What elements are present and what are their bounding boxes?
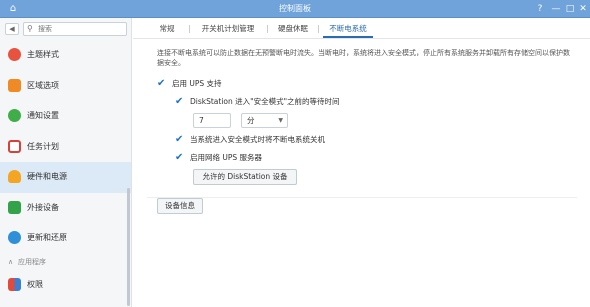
tab-general[interactable]: 常规 <box>153 20 181 38</box>
privileges-icon <box>8 277 21 291</box>
chevron-down-icon: ▼ <box>278 117 283 124</box>
search-box[interactable]: ⚲ <box>23 22 127 36</box>
tab-hdd-hibernation[interactable]: 硬盘休眠 <box>273 20 313 38</box>
network-ups-label: 启用网络 UPS 服务器 <box>190 153 263 162</box>
permitted-devices-button[interactable]: 允许的 DiskStation 设备 <box>193 169 297 185</box>
theme-icon <box>8 48 21 61</box>
sidebar: ◀ ⚲ 主题样式 区域选项 通知设置 任务计划 硬件和电源 外接设备 <box>0 18 132 307</box>
window-title: 控制面板 <box>279 4 311 13</box>
help-icon[interactable]: ? <box>534 3 546 15</box>
sidebar-item-label: 主题样式 <box>27 50 59 59</box>
wait-unit-value: 分 <box>247 116 255 125</box>
sidebar-item-label: 更新和还原 <box>27 233 67 242</box>
sidebar-item-update-restore[interactable]: 更新和还原 <box>0 223 131 254</box>
sidebar-scrollbar[interactable] <box>127 188 130 306</box>
region-icon <box>8 78 21 92</box>
sidebar-item-label: 外接设备 <box>27 202 59 212</box>
sidebar-item-label: 任务计划 <box>27 141 59 151</box>
tab-divider <box>318 25 319 33</box>
sidebar-item-hardware-power[interactable]: 硬件和电源 <box>0 162 131 193</box>
search-icon: ⚲ <box>27 24 33 33</box>
shutdown-ups-label: 当系统进入安全模式时将不断电系统关机 <box>190 135 325 144</box>
sidebar-group-applications[interactable]: ∧ 应用程序 <box>0 254 131 270</box>
external-device-icon <box>8 200 21 214</box>
tab-divider <box>267 25 268 33</box>
hardware-power-icon <box>8 170 21 183</box>
tab-underline <box>133 38 590 39</box>
notification-icon <box>8 109 21 122</box>
tab-divider <box>189 25 190 33</box>
tab-power-schedule[interactable]: 开关机计划管理 <box>195 20 261 38</box>
main-panel: 常规 开关机计划管理 硬盘休眠 不断电系统 连接不断电系统可以防止数据在无预警断… <box>133 18 590 307</box>
wait-time-label: DiskStation 进入"安全模式"之前的等待时间 <box>190 97 340 106</box>
sidebar-item-notification[interactable]: 通知设置 <box>0 101 131 132</box>
sidebar-group-label: 应用程序 <box>18 257 46 266</box>
task-scheduler-icon <box>8 139 21 153</box>
chevron-up-icon: ∧ <box>8 257 14 266</box>
sidebar-item-label: 权限 <box>27 279 43 289</box>
ups-enable-label: 启用 UPS 支持 <box>172 79 222 88</box>
checkbox-checked-icon[interactable]: ✔ <box>157 79 167 89</box>
close-icon[interactable]: ✕ <box>577 3 589 15</box>
checkbox-checked-icon[interactable]: ✔ <box>175 135 185 145</box>
maximize-icon[interactable]: □ <box>564 3 576 15</box>
sidebar-toolbar: ◀ ⚲ <box>0 18 131 40</box>
device-info-button[interactable]: 设备信息 <box>157 198 203 214</box>
sidebar-nav: 主题样式 区域选项 通知设置 任务计划 硬件和电源 外接设备 更新和还原 ∧ 应 <box>0 40 131 301</box>
sidebar-item-label: 区域选项 <box>27 80 59 90</box>
sidebar-item-region[interactable]: 区域选项 <box>0 71 131 102</box>
title-bar: ⌂ 控制面板 ? — □ ✕ <box>0 0 590 18</box>
checkbox-checked-icon[interactable]: ✔ <box>175 153 185 163</box>
search-input[interactable] <box>38 24 124 34</box>
wait-unit-select[interactable]: 分 ▼ <box>241 113 288 128</box>
sidebar-item-theme[interactable]: 主题样式 <box>0 40 131 71</box>
update-restore-icon <box>8 231 21 244</box>
ups-description: 连接不断电系统可以防止数据在无预警断电时流失。当断电时，系统将进入安全模式，停止… <box>157 49 570 67</box>
section-divider <box>147 197 577 198</box>
checkbox-checked-icon[interactable]: ✔ <box>175 97 185 107</box>
sidebar-item-label: 硬件和电源 <box>27 172 67 181</box>
sidebar-item-external-devices[interactable]: 外接设备 <box>0 193 131 224</box>
sidebar-item-task-scheduler[interactable]: 任务计划 <box>0 132 131 163</box>
tab-ups[interactable]: 不断电系统 <box>323 20 373 38</box>
wait-time-input[interactable]: 7 <box>193 113 231 128</box>
minimize-icon[interactable]: — <box>550 3 562 15</box>
sidebar-item-privileges[interactable]: 权限 <box>0 270 131 301</box>
sidebar-collapse-button[interactable]: ◀ <box>5 23 19 35</box>
sidebar-item-label: 通知设置 <box>27 111 59 120</box>
